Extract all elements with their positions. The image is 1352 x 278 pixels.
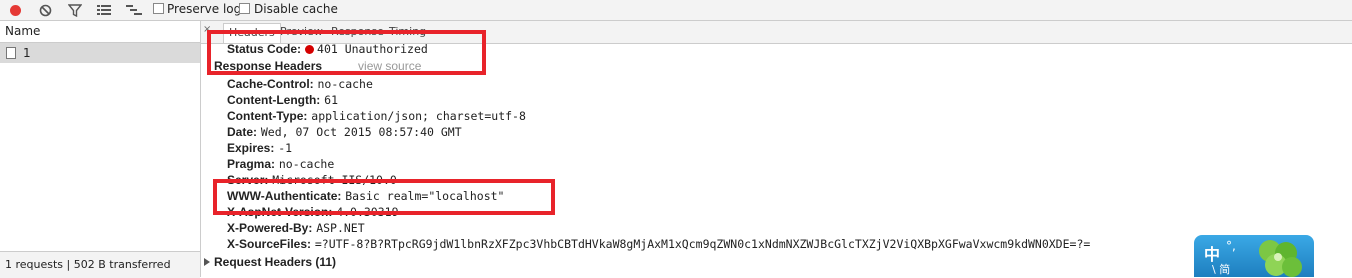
document-icon xyxy=(6,47,16,59)
header-row: Pragma: no-cache xyxy=(227,157,335,171)
requests-summary-bar: 1 requests | 502 B transferred xyxy=(0,251,200,278)
header-row: Content-Type: application/json; charset=… xyxy=(227,109,526,123)
response-headers-section[interactable]: Response Headers view source xyxy=(214,59,421,73)
status-code-key: Status Code: xyxy=(227,42,302,56)
clear-icon[interactable] xyxy=(35,0,55,20)
tab-preview[interactable]: Preview xyxy=(280,25,323,38)
header-row: X-AspNet-Version: 4.0.30319 xyxy=(227,205,399,219)
tab-response[interactable]: Response xyxy=(331,25,384,38)
header-row: Content-Length: 61 xyxy=(227,93,338,107)
tab-timing[interactable]: Timing xyxy=(389,25,426,38)
request-row[interactable]: 1 xyxy=(0,43,200,63)
request-headers-title: Request Headers (11) xyxy=(214,255,337,269)
request-name: 1 xyxy=(23,46,31,60)
preserve-log-label: Preserve log xyxy=(167,2,242,16)
header-row: X-Powered-By: ASP.NET xyxy=(227,221,365,235)
ime-widget[interactable]: 中 °, \ 简 xyxy=(1194,235,1314,277)
requests-summary: 1 requests | 502 B transferred xyxy=(5,258,171,271)
requests-panel: Name 1 1 requests | 502 B transferred xyxy=(0,21,201,278)
view-source-link[interactable]: view source xyxy=(358,59,421,73)
list-view-icon[interactable] xyxy=(94,0,114,20)
header-row: Date: Wed, 07 Oct 2015 08:57:40 GMT xyxy=(227,125,462,139)
status-code-row: Status Code: 401 Unauthorized xyxy=(227,42,428,56)
request-detail-panel: × Headers Preview Response Timing Status… xyxy=(201,21,1352,277)
header-row: Expires: -1 xyxy=(227,141,293,155)
expand-triangle-icon xyxy=(204,258,210,266)
devtools-toolbar: Preserve log Disable cache xyxy=(0,0,1352,21)
status-code-value: 401 Unauthorized xyxy=(317,42,428,56)
header-row: WWW-Authenticate: Basic realm="localhost… xyxy=(227,189,505,203)
response-headers-title: Response Headers xyxy=(214,59,323,73)
close-icon[interactable]: × xyxy=(203,24,211,35)
overview-icon[interactable] xyxy=(124,0,144,20)
header-row: X-SourceFiles: =?UTF-8?B?RTpcRG9jdW1lbnR… xyxy=(227,237,1091,251)
status-error-icon xyxy=(305,45,315,54)
name-column-label: Name xyxy=(5,24,41,38)
filter-icon[interactable] xyxy=(65,0,85,20)
header-row: Server: Microsoft-IIS/10.0 xyxy=(227,173,397,187)
record-icon[interactable] xyxy=(5,0,25,20)
name-column-header[interactable]: Name xyxy=(0,21,200,43)
disable-cache-checkbox[interactable] xyxy=(239,3,250,14)
tab-headers[interactable]: Headers xyxy=(223,23,281,43)
request-headers-section[interactable]: Request Headers (11) xyxy=(204,255,336,269)
detail-tabs: × Headers Preview Response Timing xyxy=(201,21,1352,44)
clover-icon xyxy=(1259,240,1302,277)
disable-cache-label: Disable cache xyxy=(254,2,338,16)
header-row: Cache-Control: no-cache xyxy=(227,77,373,91)
ime-mark: °, xyxy=(1226,239,1236,253)
ime-sub: \ 简 xyxy=(1212,263,1231,276)
preserve-log-checkbox[interactable] xyxy=(153,3,164,14)
